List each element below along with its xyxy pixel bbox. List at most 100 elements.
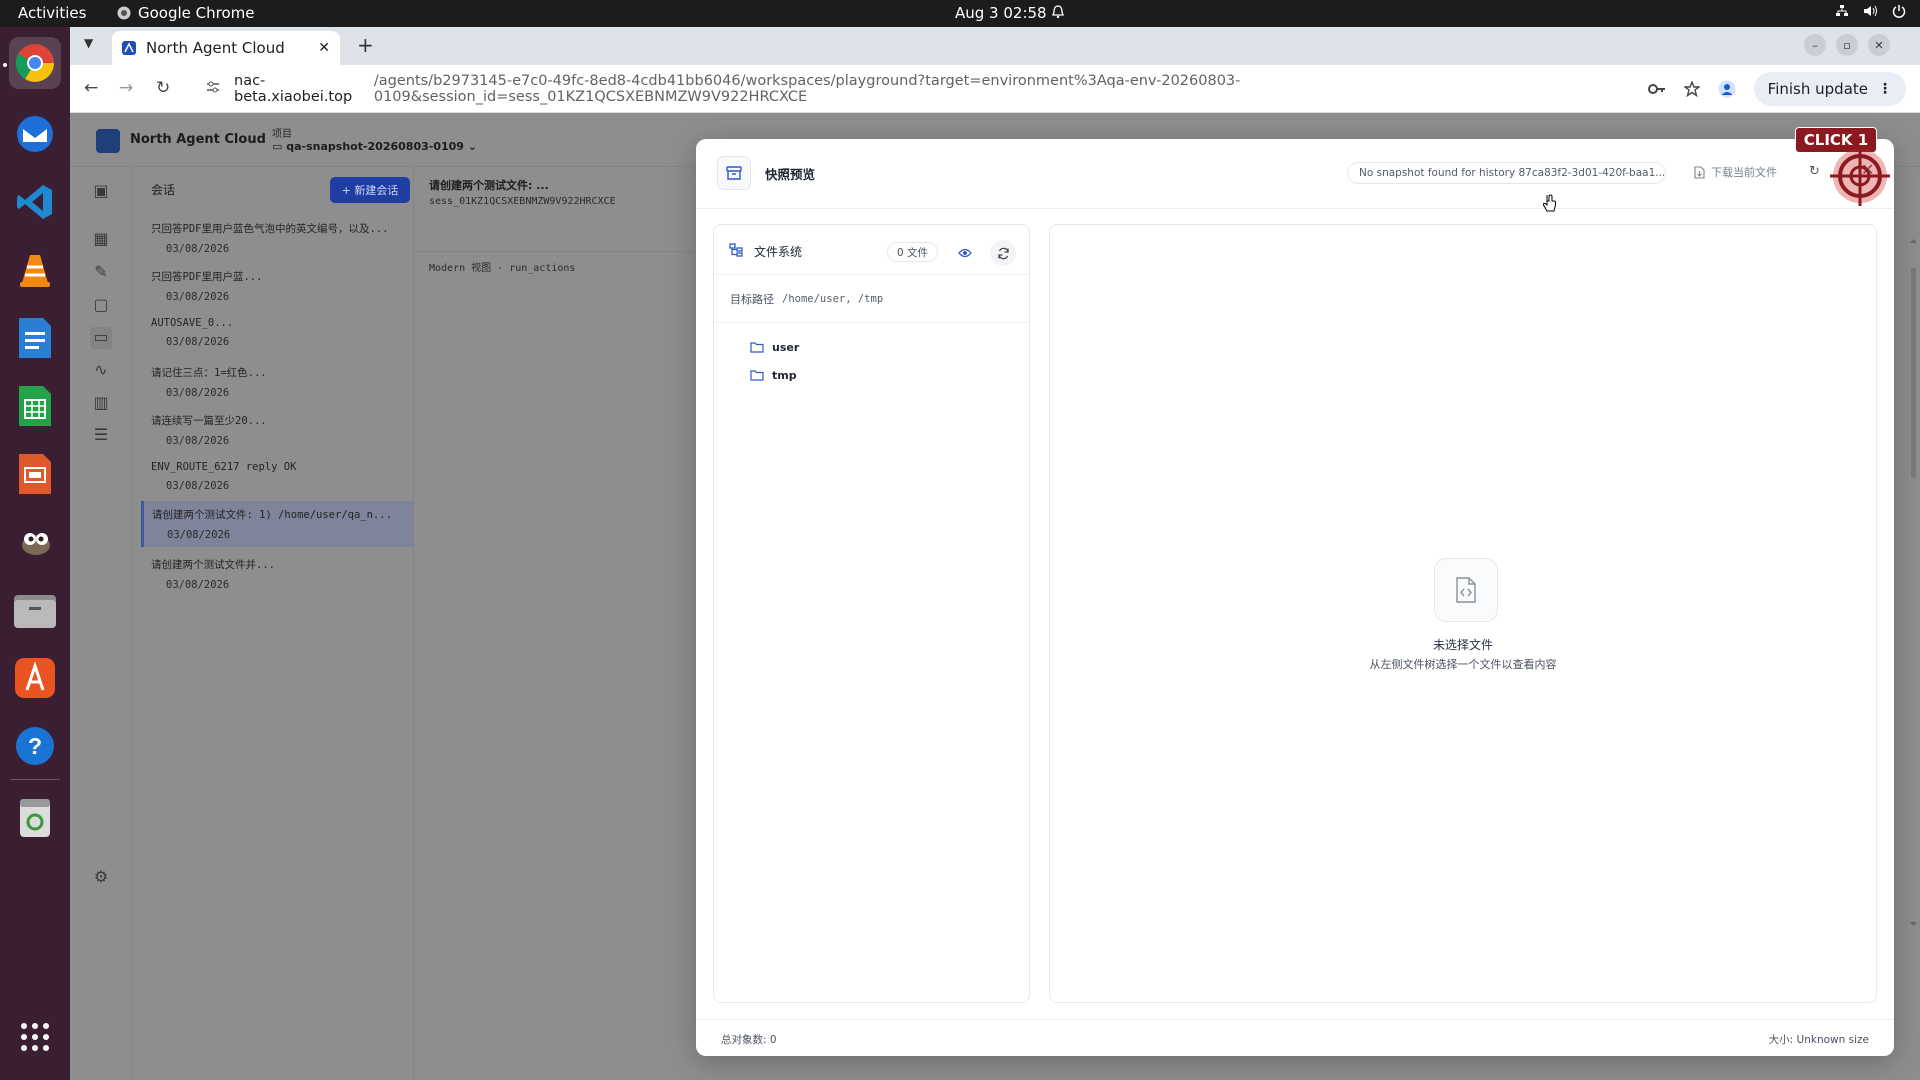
- session-item[interactable]: 只回答PDF里用户蓝色气泡中的英文编号，以及... 03/08/2026: [151, 221, 391, 255]
- volume-icon: [1864, 5, 1877, 17]
- tree-folder-user[interactable]: user: [750, 341, 799, 354]
- appstore-icon[interactable]: [9, 652, 61, 704]
- tab-title: North Agent Cloud: [146, 39, 285, 57]
- session-list: 会话 + 新建会话 只回答PDF里用户蓝色气泡中的英文编号，以及... 03/08…: [134, 167, 414, 1080]
- thunderbird-icon[interactable]: [9, 108, 61, 160]
- trash-icon[interactable]: [9, 792, 61, 844]
- download-current-file-button[interactable]: 下载当前文件: [1694, 164, 1777, 180]
- bookmark-star-icon[interactable]: [1683, 81, 1700, 97]
- site-info-icon[interactable]: [206, 81, 220, 97]
- session-item[interactable]: 请记住三点：1=红色... 03/08/2026: [151, 365, 391, 399]
- file-preview-panel: 未选择文件 从左侧文件树选择一个文件以查看内容: [1049, 224, 1877, 1003]
- session-title: AUTOSAVE_0...: [151, 317, 234, 329]
- new-tab-button[interactable]: +: [357, 33, 374, 57]
- settings-sliders-icon[interactable]: ☰: [90, 425, 112, 447]
- grid-icon[interactable]: ▦: [90, 229, 112, 251]
- file-size: 大小: Unknown size: [1768, 1034, 1869, 1046]
- browser-tab-strip: ▼ North Agent Cloud ✕ + – ▫ ✕: [70, 27, 1920, 65]
- target-path-row: 目标路径 /home/user, /tmp: [714, 275, 1029, 323]
- file-tree-icon: [729, 243, 743, 261]
- folder-icon: [750, 342, 764, 353]
- show-hidden-eye-icon[interactable]: [954, 242, 976, 264]
- session-title: 只回答PDF里用户蓝...: [151, 271, 263, 283]
- session-date: 03/08/2026: [166, 243, 230, 255]
- file-system-panel: 文件系统 0 文件 目标路径 /home/user, /tmp user tmp: [713, 224, 1030, 1003]
- url-path: /agents/b2973145-e7c0-49fc-8ed8-4cdb41bb…: [373, 73, 1241, 105]
- gear-icon[interactable]: ⚙: [90, 867, 112, 889]
- back-button[interactable]: ←: [84, 78, 98, 98]
- download-label: 下载当前文件: [1711, 166, 1777, 179]
- browser-tab[interactable]: North Agent Cloud ✕: [112, 31, 340, 65]
- files-icon[interactable]: [9, 584, 61, 636]
- vlc-icon[interactable]: [9, 244, 61, 296]
- maximize-button[interactable]: ▫: [1836, 34, 1858, 56]
- finish-update-button[interactable]: Finish update ⋮: [1753, 72, 1906, 106]
- calc-icon[interactable]: [9, 380, 61, 432]
- session-item[interactable]: 请连续写一篇至少20... 03/08/2026: [151, 413, 391, 447]
- app-grid-icon[interactable]: [9, 1011, 61, 1063]
- forward-button[interactable]: →: [119, 78, 133, 98]
- folder-icon: [750, 370, 764, 381]
- app-name: Google Chrome: [138, 4, 255, 22]
- gimp-icon[interactable]: [9, 516, 61, 568]
- activity-icon[interactable]: ∿: [90, 360, 112, 382]
- session-item[interactable]: ENV_ROUTE_6217 reply OK 03/08/2026: [151, 461, 391, 492]
- password-key-icon[interactable]: [1647, 83, 1666, 95]
- session-item[interactable]: AUTOSAVE_0... 03/08/2026: [151, 317, 391, 348]
- power-icon: [1892, 5, 1906, 18]
- session-date: 03/08/2026: [167, 529, 231, 541]
- session-item[interactable]: 只回答PDF里用户蓝... 03/08/2026: [151, 269, 391, 303]
- reload-button[interactable]: ↻: [156, 78, 170, 98]
- chat-icon[interactable]: ▭: [90, 327, 112, 349]
- favicon-icon: [122, 41, 136, 55]
- writer-icon[interactable]: [9, 312, 61, 364]
- profile-icon[interactable]: [1718, 80, 1736, 98]
- code-file-icon: [1434, 558, 1498, 622]
- snapshot-preview-modal: 快照预览 No snapshot found for history 87ca8…: [696, 139, 1894, 1056]
- address-bar[interactable]: nac-beta.xiaobei.top/agents/b2973145-e7c…: [190, 71, 1590, 107]
- session-date: 03/08/2026: [166, 336, 230, 348]
- file-system-title: 文件系统: [754, 245, 803, 259]
- bot-icon[interactable]: ▣: [90, 181, 112, 203]
- activities-button[interactable]: Activities: [18, 4, 86, 22]
- impress-icon[interactable]: [9, 448, 61, 500]
- tab-close-icon[interactable]: ✕: [318, 40, 330, 56]
- close-window-button[interactable]: ✕: [1868, 34, 1890, 56]
- mouse-cursor-icon: [1541, 194, 1557, 218]
- system-tray[interactable]: [1835, 4, 1906, 18]
- modal-header: 快照预览 No snapshot found for history 87ca8…: [696, 139, 1894, 209]
- empty-state-title: 未选择文件: [1432, 638, 1493, 652]
- target-path-value: /home/user, /tmp: [782, 292, 884, 305]
- svg-text:?: ?: [28, 733, 42, 759]
- help-icon[interactable]: ?: [9, 720, 61, 772]
- chart-icon[interactable]: ▥: [90, 393, 112, 415]
- file-download-icon: [1694, 165, 1705, 179]
- notification-bell-icon: [1052, 5, 1064, 23]
- click-target-crosshair-icon: [1830, 146, 1890, 206]
- clock[interactable]: Aug 3 02:58: [955, 4, 1047, 22]
- new-session-button[interactable]: + 新建会话: [330, 177, 410, 203]
- browser-toolbar: ← → ↻ nac-beta.xiaobei.top/agents/b29731…: [70, 65, 1920, 113]
- vscode-icon[interactable]: [9, 176, 61, 228]
- url-host: nac-beta.xiaobei.top: [234, 73, 353, 105]
- pencil-icon[interactable]: ✎: [90, 262, 112, 284]
- tree-folder-tmp[interactable]: tmp: [750, 369, 797, 382]
- folder-icon: ▭: [272, 140, 287, 153]
- minimize-button[interactable]: –: [1804, 34, 1826, 56]
- session-id: sess_01KZ1QCSXEBNMZW9V922HRCXCE: [429, 196, 616, 207]
- tab-search-icon[interactable]: ▼: [84, 36, 93, 50]
- app-menu[interactable]: Google Chrome: [117, 4, 255, 22]
- archive-icon: [717, 156, 751, 190]
- session-item-selected[interactable]: 请创建两个测试文件: 1) /home/user/qa_n... 03/08/20…: [141, 501, 413, 547]
- session-title: 请创建两个测试文件并...: [151, 559, 275, 571]
- session-item[interactable]: 请创建两个测试文件并... 03/08/2026: [151, 557, 391, 591]
- page-scrollbar[interactable]: [1907, 238, 1920, 928]
- box-icon[interactable]: ▢: [90, 295, 112, 317]
- total-objects: 总对象数: 0: [721, 1034, 777, 1046]
- project-selector[interactable]: ▭ qa-snapshot-20260803-0109 ⌄: [272, 140, 477, 153]
- chrome-icon[interactable]: [9, 37, 61, 89]
- refresh-tree-icon[interactable]: [990, 240, 1016, 266]
- modal-title: 快照预览: [765, 167, 816, 182]
- folder-name: tmp: [772, 369, 797, 382]
- refresh-snapshot-icon[interactable]: ↻: [1809, 164, 1820, 179]
